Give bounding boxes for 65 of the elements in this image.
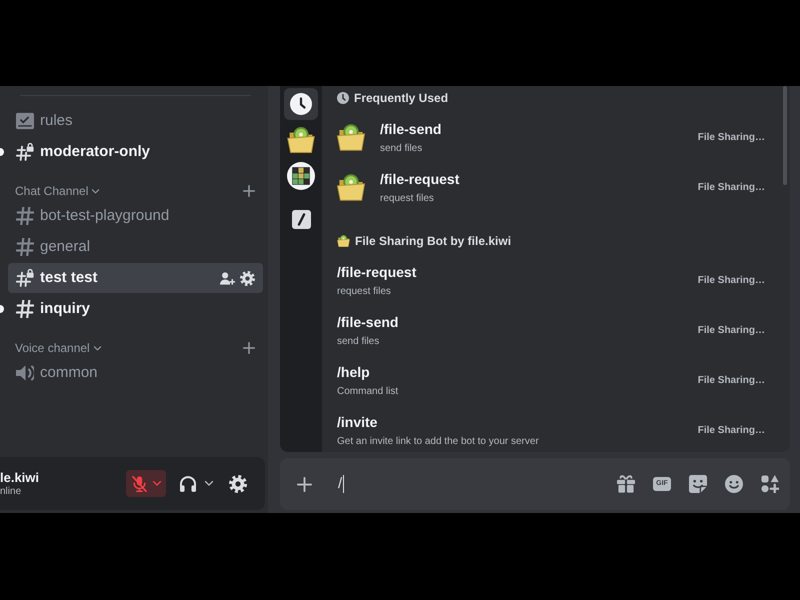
clock-icon [290, 93, 312, 115]
mic-slash-icon [132, 476, 146, 492]
command-description: request files [380, 192, 435, 204]
command-source: File Sharing… [698, 180, 765, 194]
hash-lock-icon [16, 269, 34, 287]
mute-button[interactable] [126, 470, 166, 497]
command-description: Command list [337, 384, 398, 398]
command-source: File Sharing… [698, 324, 765, 338]
add-person-icon[interactable] [220, 270, 235, 286]
kiwi-folder-icon [337, 124, 365, 150]
chevron-down-icon[interactable] [205, 481, 213, 486]
speaker-icon [16, 364, 34, 382]
command-name[interactable]: /file-request [337, 262, 416, 280]
command-source: File Sharing… [698, 424, 765, 438]
hash-icon [16, 300, 34, 318]
command-source: File Sharing… [698, 374, 765, 388]
command-name[interactable]: /file-request [380, 170, 460, 188]
unread-indicator [0, 148, 4, 156]
settings-icon[interactable] [229, 474, 247, 492]
channel-item[interactable]: inquiry [8, 294, 263, 324]
channel-item[interactable]: common [8, 358, 263, 388]
kiwi-folder-icon [337, 174, 365, 200]
channel-item[interactable]: bot-test-playground [8, 201, 263, 231]
command-description: send files [380, 142, 424, 154]
kiwi-folder-icon [287, 127, 315, 153]
slash-icon [292, 210, 310, 228]
command-name[interactable]: /file-send [337, 312, 398, 330]
category-header[interactable]: Chat Channel [15, 182, 100, 200]
hash-lock-icon [16, 143, 34, 161]
kiwi-folder-icon [337, 235, 350, 247]
plus-icon[interactable] [297, 476, 312, 492]
command-source: File Sharing… [698, 130, 765, 144]
check-square-icon [16, 112, 34, 130]
clock-icon [337, 92, 349, 104]
section-title: Frequently Used [354, 90, 448, 107]
channel-item[interactable]: rules [8, 106, 263, 136]
grid-icon [287, 162, 315, 190]
message-input[interactable]: / [338, 472, 609, 496]
category-header[interactable]: Voice channel [15, 339, 101, 357]
headphones-icon[interactable] [180, 476, 196, 492]
hash-icon [16, 207, 34, 225]
settings-icon[interactable] [240, 270, 255, 286]
gift-icon[interactable] [617, 475, 635, 493]
command-name[interactable]: /help [337, 362, 398, 380]
apps-icon[interactable] [761, 475, 779, 493]
command-description: send files [337, 334, 380, 348]
unread-indicator [0, 305, 4, 313]
command-source: File Sharing… [698, 274, 765, 288]
channel-item[interactable]: test test [8, 263, 263, 293]
plus-icon[interactable] [243, 185, 255, 197]
username: le.kiwi [0, 470, 40, 486]
command-description: Get an invite link to add the bot to your server [337, 434, 539, 448]
command-name[interactable]: /invite [337, 412, 539, 430]
command-description: request files [337, 284, 392, 298]
sticker-icon[interactable] [689, 475, 707, 493]
chevron-down-icon [152, 481, 160, 486]
channel-item[interactable]: moderator-only [8, 137, 263, 167]
hash-icon [16, 238, 34, 256]
smiley-icon[interactable] [725, 475, 743, 493]
user-status: nline [0, 486, 22, 498]
section-title: File Sharing Bot by file.kiwi [355, 233, 512, 250]
channel-item[interactable]: general [8, 232, 263, 262]
command-name[interactable]: /file-send [380, 120, 442, 138]
category-tab[interactable] [284, 88, 318, 120]
plus-icon[interactable] [243, 342, 255, 354]
